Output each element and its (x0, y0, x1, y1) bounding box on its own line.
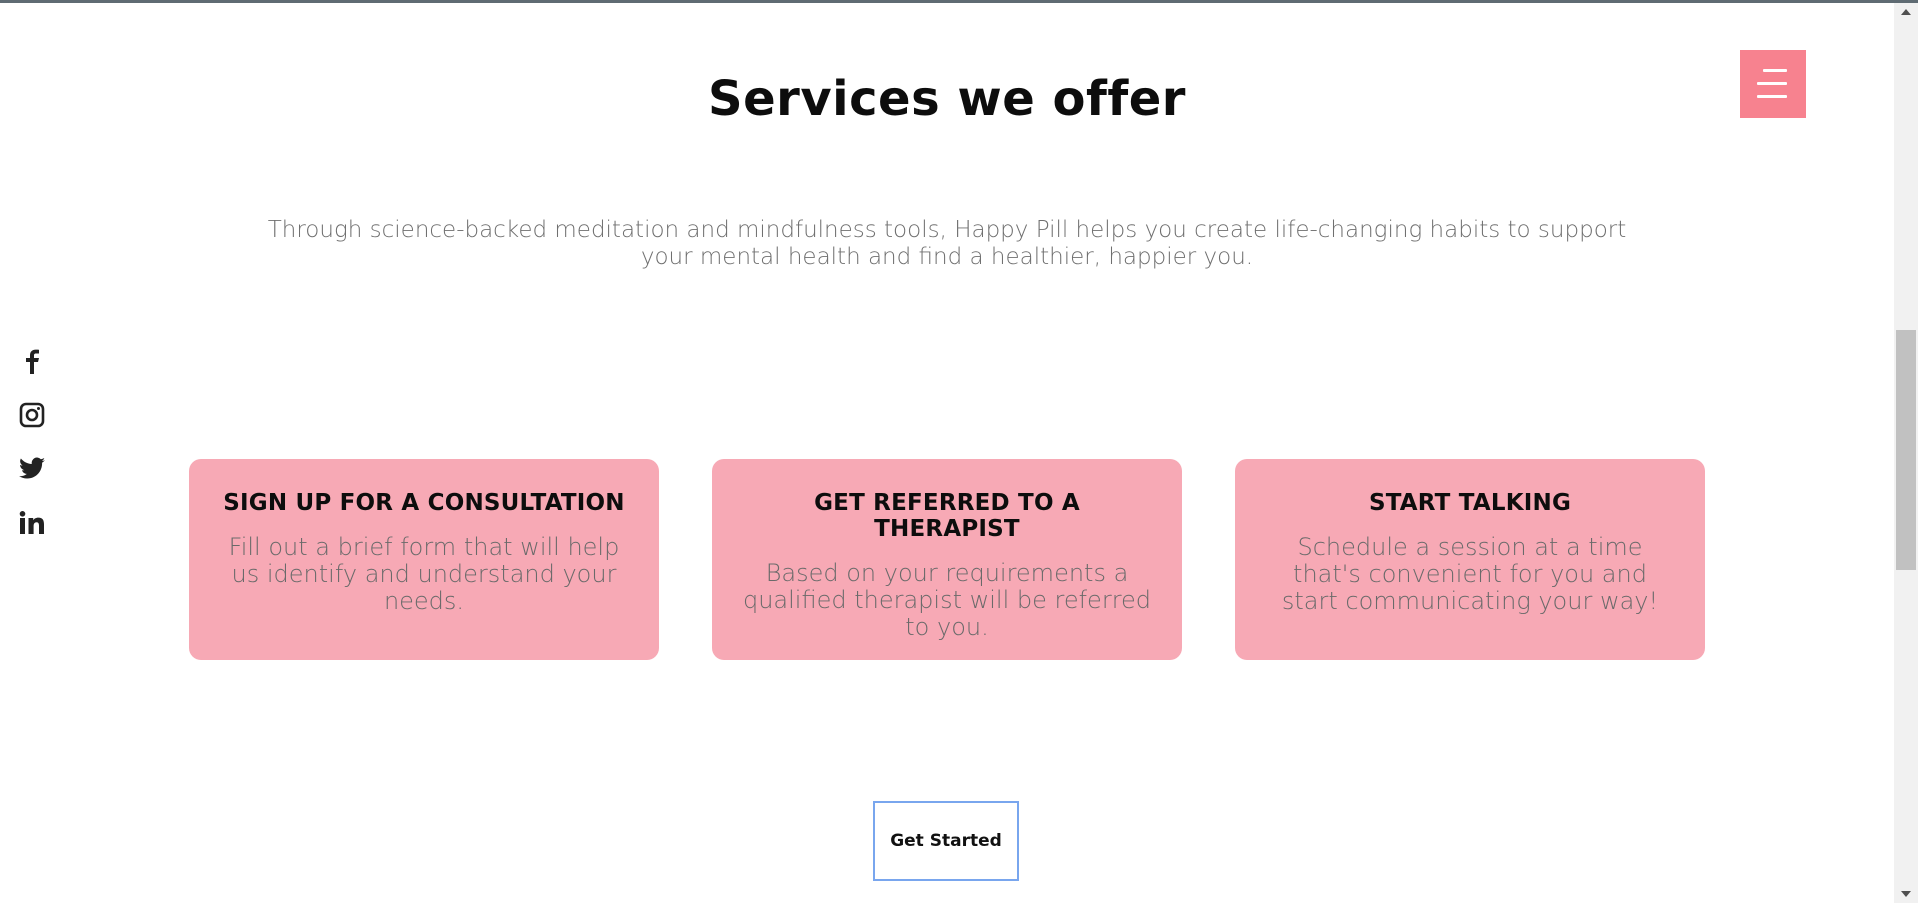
card-title: GET REFERRED TO A THERAPIST (814, 490, 1080, 542)
card-description: Schedule a session at a time that's conv… (1281, 533, 1659, 615)
intro-line-2: your mental health and find a healthier,… (640, 244, 1254, 270)
twitter-icon[interactable] (18, 455, 46, 483)
card-title: SIGN UP FOR A CONSULTATION (223, 490, 625, 516)
intro-text: Through science-backed meditation and mi… (200, 217, 1694, 271)
card-description: Based on your requirements a qualified t… (742, 559, 1152, 641)
scroll-down-arrow-icon[interactable] (1894, 885, 1918, 903)
facebook-icon[interactable] (18, 347, 46, 375)
menu-button[interactable] (1740, 50, 1806, 118)
service-card-therapist[interactable]: GET REFERRED TO A THERAPIST Based on you… (712, 459, 1182, 660)
page-title: Services we offer (708, 71, 1186, 127)
card-description: Fill out a brief form that will help us … (228, 533, 620, 615)
intro-line-1: Through science-backed meditation and mi… (267, 217, 1627, 243)
service-card-consultation[interactable]: SIGN UP FOR A CONSULTATION Fill out a br… (189, 459, 659, 660)
scroll-up-arrow-icon[interactable] (1894, 3, 1918, 21)
service-card-talking[interactable]: START TALKING Schedule a session at a ti… (1235, 459, 1705, 660)
get-started-button[interactable]: Get Started (873, 801, 1019, 881)
card-title: START TALKING (1368, 490, 1572, 516)
instagram-icon[interactable] (18, 401, 46, 429)
scrollbar-thumb[interactable] (1896, 330, 1916, 570)
vertical-scrollbar[interactable] (1894, 3, 1918, 903)
linkedin-icon[interactable] (18, 509, 46, 537)
services-section: Services we offer Through science-backed… (0, 3, 1894, 903)
